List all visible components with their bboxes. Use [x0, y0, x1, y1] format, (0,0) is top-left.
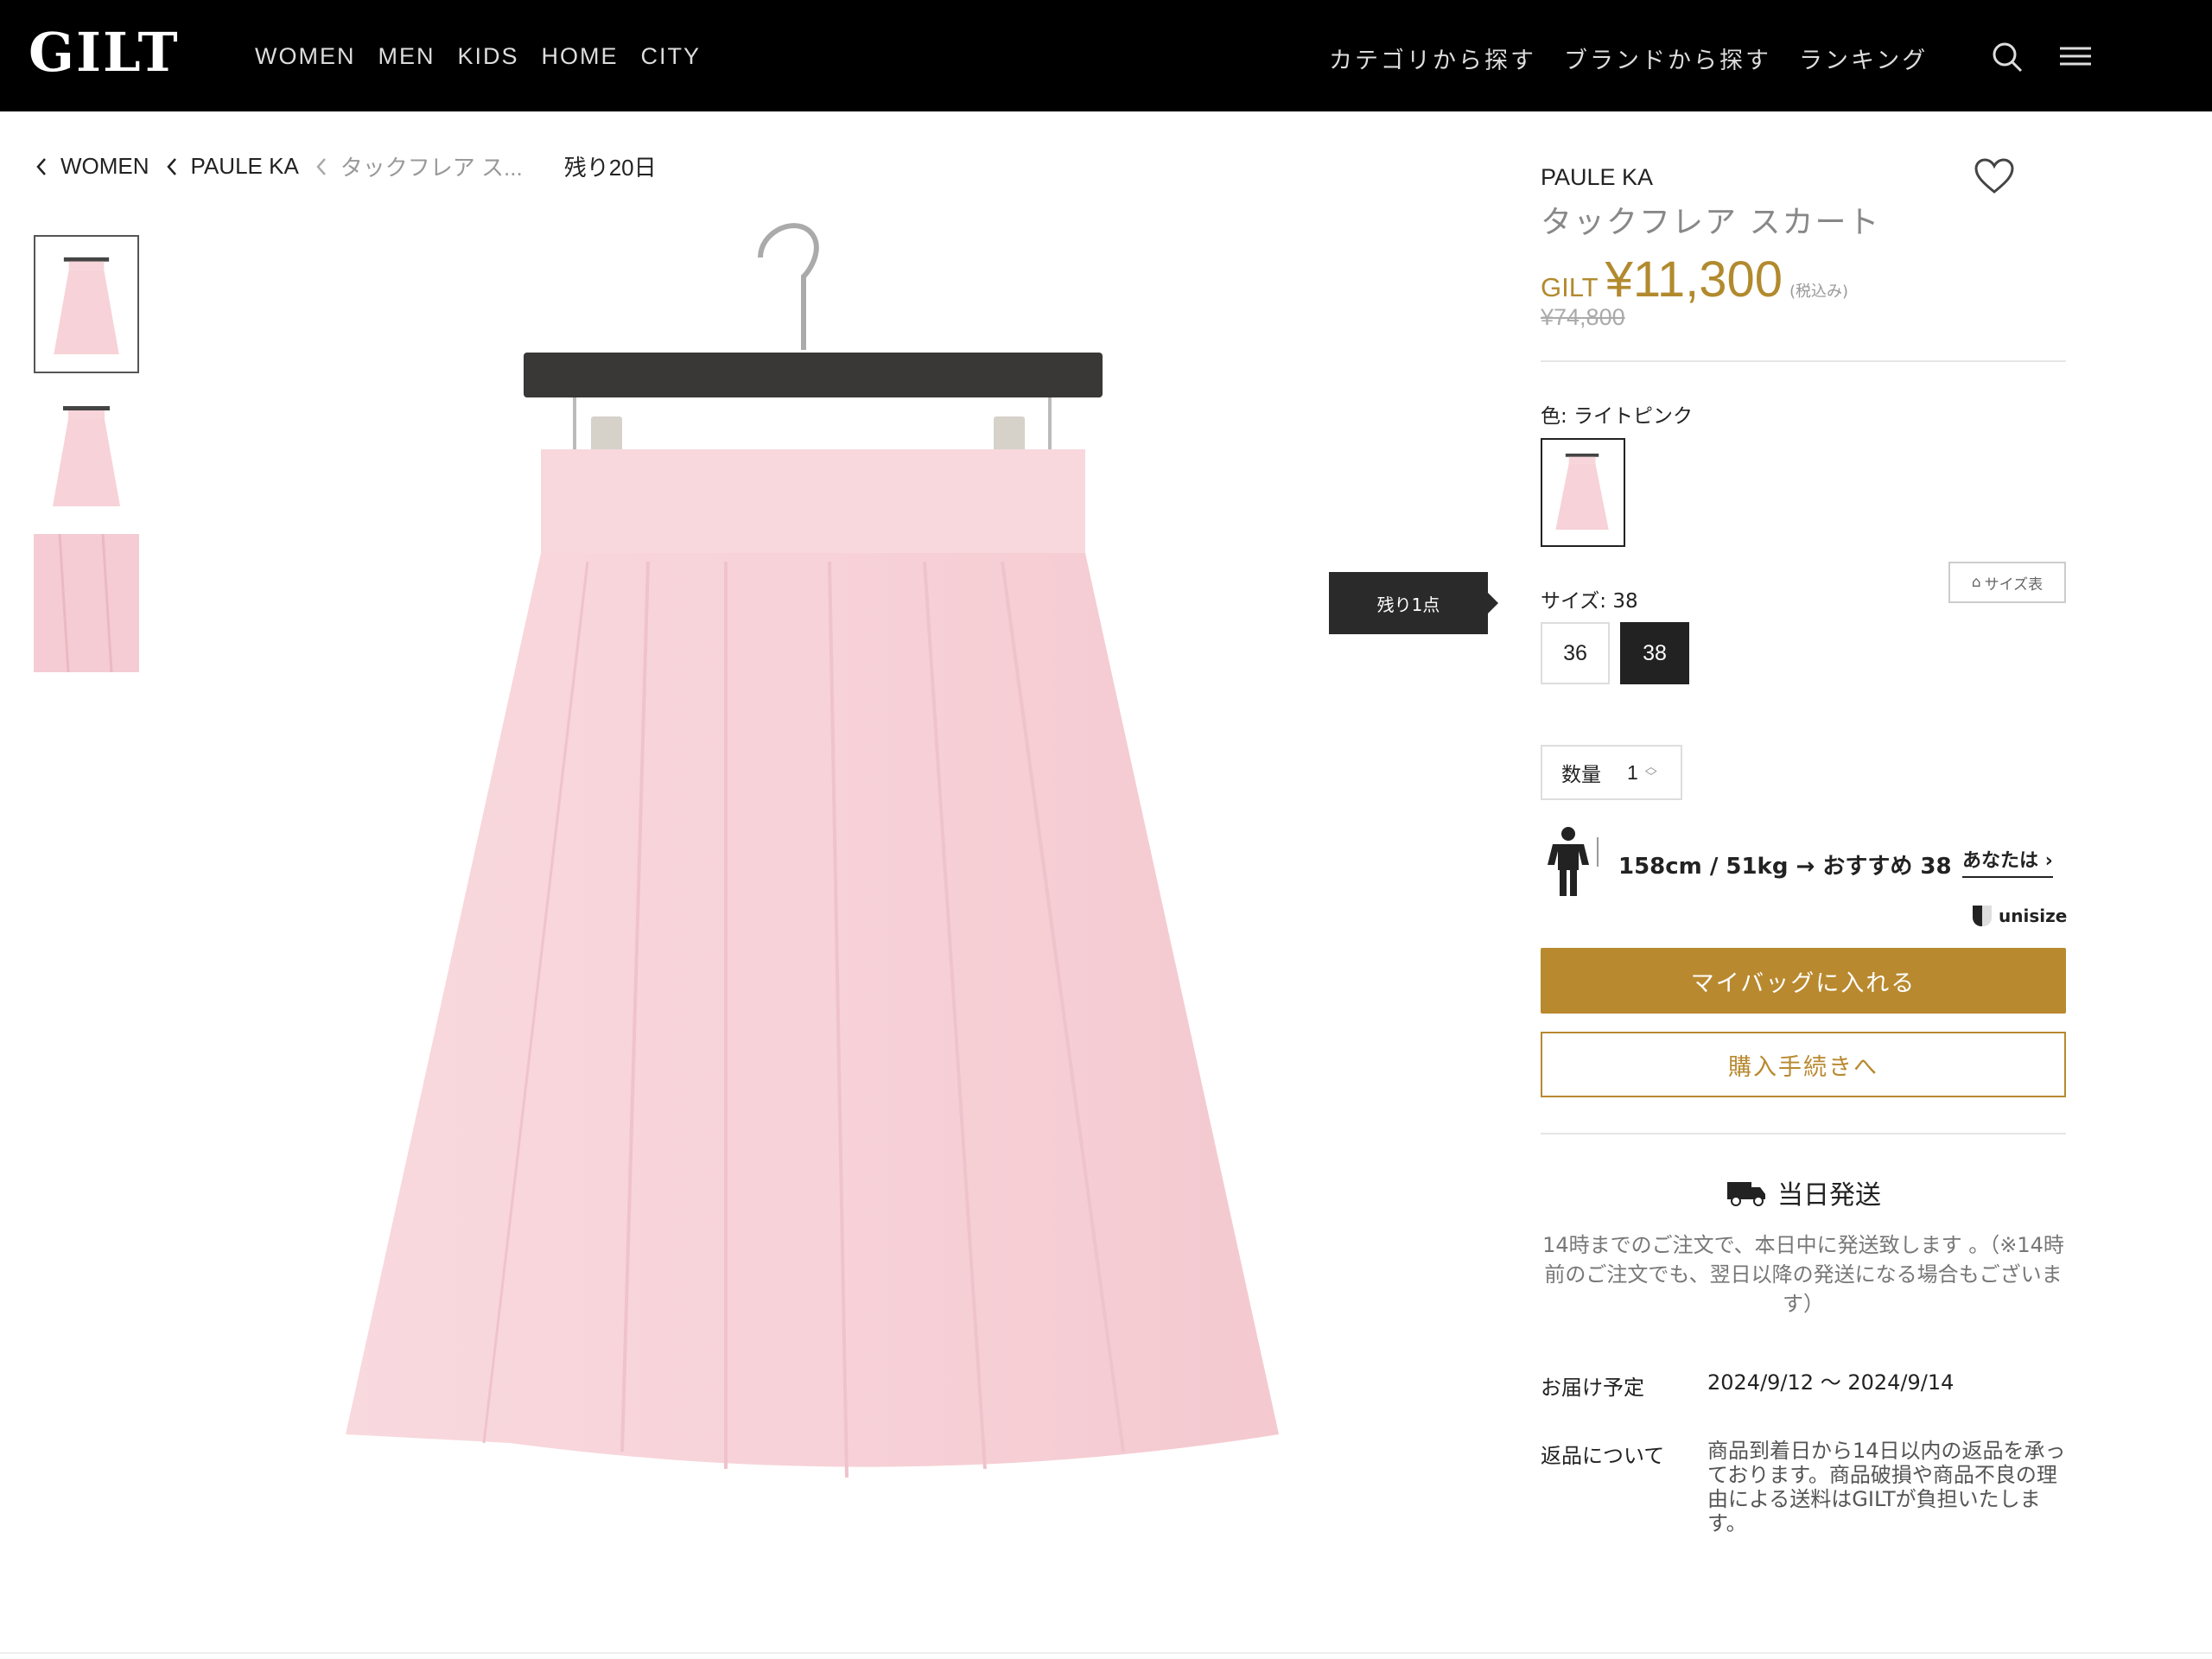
price-row: GILT ¥11,300 (税込み): [1541, 251, 1848, 308]
sale-price: ¥11,300: [1605, 251, 1783, 308]
divider: [1541, 360, 2066, 362]
hanger-icon: ⌂: [1971, 574, 1981, 591]
breadcrumb-label: PAULE KA: [190, 153, 299, 179]
nav-kids[interactable]: KIDS: [457, 43, 518, 70]
color-label: 色: ライトピンク: [1541, 405, 1694, 428]
footer-divider: [0, 1652, 2212, 1654]
shipping-description: 14時までのご注文で、本日中に発送致します 。（※14時前のご注文でも、翌日以降…: [1542, 1233, 2064, 1316]
quantity-label: 数量: [1561, 764, 1601, 786]
unisize-icon: [1973, 906, 1992, 926]
body-figure-icon: [1548, 827, 1599, 896]
product-name: タックフレア スカート: [1541, 205, 1881, 240]
divider: [1541, 1133, 2066, 1135]
size-chart-button[interactable]: ⌂ サイズ表: [1948, 562, 2066, 603]
heart-icon[interactable]: [1973, 156, 2016, 199]
main-nav: WOMEN MEN KIDS HOME CITY: [255, 43, 701, 70]
checkout-button[interactable]: 購入手続きへ: [1541, 1032, 2066, 1097]
quantity-value: 1: [1627, 760, 1638, 784]
delivery-label: お届け予定: [1541, 1376, 1644, 1400]
your-profile-label: あなたは: [1962, 850, 2039, 872]
size-recommendation: 158cm / 51kg → おすすめ 38: [1618, 854, 1952, 880]
product-brand[interactable]: PAULE KA: [1541, 164, 1653, 191]
unisize-badge[interactable]: unisize: [1973, 906, 2067, 926]
shipping-title-label: 当日発送: [1777, 1180, 1881, 1211]
color-swatch[interactable]: [1541, 438, 1625, 547]
returns-label: 返品について: [1541, 1444, 1665, 1468]
nav-city[interactable]: CITY: [641, 43, 702, 70]
unisize-label: unisize: [1999, 906, 2068, 926]
size-label: サイズ: 38: [1541, 590, 1638, 613]
gilt-logo[interactable]: GILT: [29, 22, 180, 83]
delivery-row: お届け予定 2024/9/12 〜 2024/9/14: [1541, 1370, 2066, 1401]
skirt-thumbnail-image: [54, 257, 119, 355]
thumbnail-1[interactable]: [34, 235, 139, 373]
original-price: ¥74,800: [1541, 304, 1625, 330]
size-option-36[interactable]: 36: [1541, 622, 1610, 684]
add-to-bag-button[interactable]: マイバッグに入れる: [1541, 948, 2066, 1014]
breadcrumb-women[interactable]: WOMEN: [35, 153, 149, 180]
breadcrumb-label: タックフレア ス...: [340, 155, 523, 181]
delivery-value: 2024/9/12 〜 2024/9/14: [1707, 1370, 1955, 1395]
product-panel: PAULE KA タックフレア スカート GILT ¥11,300 (税込み) …: [1541, 0, 2067, 1659]
nav-home[interactable]: HOME: [542, 43, 619, 70]
breadcrumb-brand[interactable]: PAULE KA: [165, 153, 299, 180]
nav-men[interactable]: MEN: [378, 43, 435, 70]
fabric-detail-thumbnail-image: [34, 534, 139, 672]
stepper-icon: ︿ ﹀: [1644, 760, 1657, 785]
returns-value: 商品到着日から14日以内の返品を承っております。商品破損や商品不良の理由による送…: [1707, 1439, 2066, 1535]
breadcrumb: WOMEN PAULE KA タックフレア ス... 残り20日: [35, 150, 657, 182]
chevron-right-icon: ›: [2044, 850, 2053, 872]
thumbnail-2[interactable]: [34, 385, 139, 524]
quantity-select[interactable]: 数量 1 ︿ ﹀: [1541, 745, 1682, 800]
size-chart-label: サイズ表: [1984, 575, 2044, 594]
same-day-shipping-title: 当日発送: [1541, 1173, 2066, 1211]
chevron-left-icon: [36, 157, 46, 175]
your-profile-link[interactable]: あなたは ›: [1962, 845, 2053, 878]
days-left-label: 残り20日: [563, 155, 657, 181]
thumbnail-3[interactable]: [34, 534, 139, 672]
skirt-back-thumbnail-image: [53, 406, 120, 506]
breadcrumb-label: WOMEN: [60, 153, 149, 179]
size-option-38[interactable]: 38: [1620, 622, 1689, 684]
chevron-left-icon: [166, 157, 176, 175]
product-main-image[interactable]: [294, 199, 1331, 1547]
returns-row: 返品について 商品到着日から14日以内の返品を承っております。商品破損や商品不良…: [1541, 1439, 2066, 1535]
breadcrumb-current: タックフレア ス...: [315, 150, 523, 182]
tax-note: (税込み): [1789, 283, 1849, 301]
truck-icon: [1727, 1182, 1765, 1206]
nav-category[interactable]: カテゴリから探す: [1329, 41, 1536, 75]
price-prefix: GILT: [1541, 272, 1599, 302]
chevron-left-icon: [316, 157, 326, 175]
swatch-image: [1555, 453, 1609, 531]
nav-women[interactable]: WOMEN: [255, 43, 355, 70]
stock-remaining-tooltip: 残り1点: [1329, 572, 1498, 634]
